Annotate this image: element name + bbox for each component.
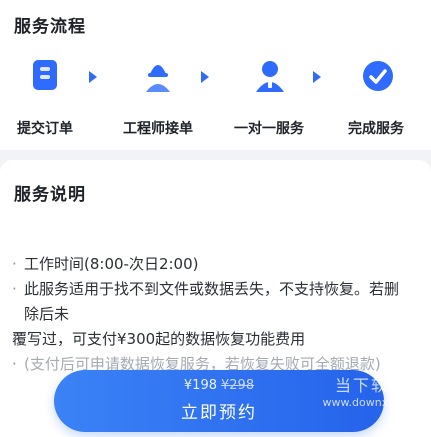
watermark: 当下软件园 www.downxia.com [323,372,425,409]
step-label-submit-order: 提交订单 [17,121,73,137]
chevron-right-icon [84,68,102,86]
step-label-engineer-accept: 工程师接单 [123,121,193,137]
engineer-icon [140,58,176,94]
service-process-card: 服务流程 提交订单 工程师接单 一对一服务 完成服务 [0,0,431,150]
current-price: ¥198 [183,378,217,393]
process-steps [0,58,431,98]
user-icon [252,58,288,94]
complete-icon [360,58,396,94]
description-item: 此服务适用于找不到文件或数据丢失，不支持恢复。若删除后未 [12,277,412,327]
process-title: 服务流程 [14,17,86,37]
description-item-text: 覆写过，可支付¥300起的数据恢复功能费用 [12,330,306,348]
description-list: 工作时间(8:00-次日2:00) 此服务适用于找不到文件或数据丢失，不支持恢复… [12,252,412,377]
description-item-continued: 覆写过，可支付¥300起的数据恢复功能费用 [12,327,412,352]
description-title: 服务说明 [14,185,86,205]
chevron-right-icon [196,68,214,86]
watermark-url: www.downxia.com [322,396,425,409]
document-icon [28,58,64,94]
step-label-complete: 完成服务 [348,121,404,137]
watermark-title: 当下软件园 [334,376,425,395]
chevron-right-icon [308,68,326,86]
step-label-one-on-one: 一对一服务 [234,121,304,137]
description-item: 工作时间(8:00-次日2:00) [12,252,412,277]
original-price: ¥298 [221,378,255,393]
